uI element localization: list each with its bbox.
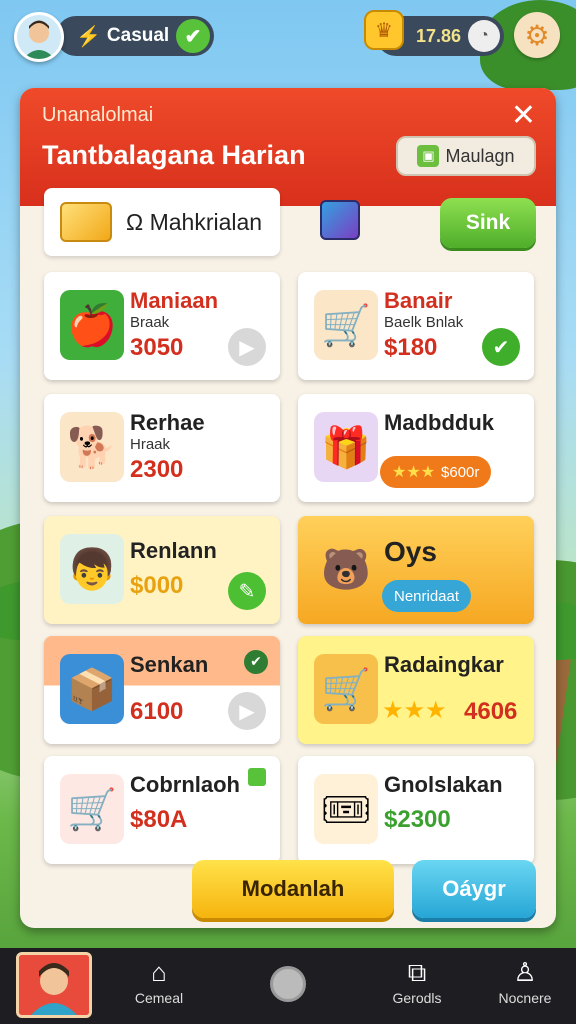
fruit-box-icon: 🍎 bbox=[60, 290, 124, 360]
add-coins-icon[interactable]: ◔ bbox=[468, 20, 500, 52]
card-name: Banair bbox=[384, 288, 453, 313]
shop-card[interactable]: 🛒 Radaingkar ★★★ 4606 bbox=[298, 636, 534, 744]
manage-label: Maulagn bbox=[445, 145, 515, 166]
shop-card[interactable]: 👦 Renlann $000 ✎ bbox=[44, 516, 280, 624]
shopping-cart-icon: 🛒 bbox=[314, 290, 378, 360]
card-price: 3050 bbox=[130, 334, 184, 361]
play-icon[interactable]: ▶ bbox=[228, 692, 266, 730]
star-rating: ★★★ bbox=[392, 464, 436, 481]
filter-label: Ω Mahkrialan bbox=[126, 208, 263, 235]
bear-icon: 🐻 bbox=[321, 546, 371, 593]
gift-cube-icon bbox=[320, 200, 360, 240]
card-price: $180 bbox=[384, 334, 438, 361]
mode-pill[interactable]: ⚡ Casual ✔ bbox=[56, 16, 214, 56]
shopping-cart-icon: 🛒 bbox=[60, 774, 124, 844]
card-price: $000 bbox=[130, 572, 184, 599]
card-price: $2300 bbox=[384, 806, 451, 833]
home-icon: ⌂ bbox=[151, 957, 167, 987]
panel-subtitle: Unanalolmai bbox=[42, 104, 154, 126]
shop-card[interactable]: 🐻 Oys Nenridaat bbox=[298, 516, 534, 624]
cart-board-icon: 🛒 bbox=[314, 654, 378, 724]
card-name: Cobrnlaoh bbox=[130, 772, 240, 797]
cast-icon: ⧉ bbox=[407, 957, 427, 987]
check-icon[interactable]: ✔ bbox=[482, 328, 520, 366]
card-name: Maniaan bbox=[130, 288, 219, 313]
mode-label: Casual bbox=[106, 25, 170, 46]
close-icon[interactable]: ✕ bbox=[511, 98, 536, 133]
manage-button[interactable]: ▣ Maulagn bbox=[396, 136, 536, 176]
card-subtitle: Braak bbox=[130, 314, 170, 331]
sink-button[interactable]: Sink bbox=[440, 198, 536, 248]
card-subtitle: Hraak bbox=[130, 436, 171, 453]
shop-card[interactable]: 🎁 Madbdduk ★★★ $600r bbox=[298, 394, 534, 502]
card-name: Senkan bbox=[130, 652, 209, 677]
edit-icon[interactable]: ✎ bbox=[228, 572, 266, 610]
dog-icon: 🐕 bbox=[60, 412, 124, 482]
card-name: Gnolslakan bbox=[384, 772, 503, 797]
shop-card[interactable]: 🎟 Gnolslakan $2300 bbox=[298, 756, 534, 864]
shop-card[interactable]: 🛒 Banair Baelk Bnlak $180 ✔ bbox=[298, 272, 534, 380]
rating-tag: ★★★ $600r bbox=[380, 456, 492, 488]
nav-label: Gerodls bbox=[392, 990, 442, 1006]
card-price: 2300 bbox=[130, 456, 184, 483]
gold-bars-icon bbox=[60, 202, 112, 242]
shop-card[interactable]: 🛒 Cobrnlaoh $80A bbox=[44, 756, 280, 864]
card-name: Oys bbox=[384, 536, 437, 567]
card-price: 4606 bbox=[464, 698, 518, 725]
play-icon[interactable]: ▶ bbox=[228, 328, 266, 366]
check-icon[interactable]: ✔ bbox=[176, 19, 210, 53]
nav-label: Nocnere bbox=[498, 990, 552, 1006]
bag-icon: ▣ bbox=[417, 145, 440, 167]
shop-card[interactable]: 📦 Senkan ✔ 6100 ▶ bbox=[44, 636, 280, 744]
tag-price: $600r bbox=[441, 463, 480, 481]
card-price: $80A bbox=[130, 806, 188, 833]
filter-bar[interactable]: Ω Mahkrialan bbox=[44, 188, 280, 256]
star-rating: ★★★ bbox=[382, 696, 447, 724]
gift-box-icon: 🎁 bbox=[314, 412, 378, 482]
card-subtitle: Baelk Bnlak bbox=[384, 314, 464, 331]
nav-label: Cemeal bbox=[134, 990, 184, 1006]
panel-title: Tantbalagana Harian bbox=[42, 140, 306, 170]
card-name: Madbdduk bbox=[384, 410, 494, 435]
nav-item-home[interactable]: ⌂ Cemeal bbox=[114, 954, 204, 1020]
shop-card[interactable]: 🍎 Maniaan Braak 3050 ▶ bbox=[44, 272, 280, 380]
character-portrait-icon: 👦 bbox=[60, 534, 124, 604]
nav-avatar[interactable] bbox=[16, 952, 92, 1018]
nav-item-profile[interactable]: ♙ Nocnere bbox=[480, 954, 570, 1020]
nav-item-cast[interactable]: ⧉ Gerodls bbox=[372, 954, 462, 1020]
crown-icon: ♛ bbox=[364, 10, 404, 50]
golden-ticket-icon: 🎟 bbox=[314, 774, 378, 844]
card-price: 6100 bbox=[130, 698, 184, 725]
check-icon: ✔ bbox=[244, 650, 268, 674]
card-name: Radaingkar bbox=[384, 652, 504, 677]
home-circle-button[interactable] bbox=[270, 966, 306, 1002]
main-action-button[interactable]: Modanlah bbox=[192, 860, 394, 918]
blue-gift-icon: 📦 bbox=[60, 654, 124, 724]
daily-shop-panel: Unanalolmai Tantbalagana Harian ✕ ▣ Maul… bbox=[20, 88, 556, 928]
coin-amount: 17.86 bbox=[416, 25, 462, 46]
top-bar: ⚡ Casual ✔ 17.86 ◔ ♛ ⚙ bbox=[0, 0, 576, 76]
profile-icon: ♙ bbox=[513, 957, 537, 987]
status-tag: Nenridaat bbox=[382, 580, 472, 612]
player-avatar[interactable] bbox=[14, 12, 64, 62]
shop-card[interactable]: 🐕 Rerhae Hraak 2300 bbox=[44, 394, 280, 502]
card-name: Rerhae bbox=[130, 410, 205, 435]
lightning-icon: ⚡ bbox=[76, 25, 101, 48]
secondary-action-button[interactable]: Oáygr bbox=[412, 860, 536, 918]
card-name: Renlann bbox=[130, 538, 217, 563]
square-badge-icon bbox=[248, 768, 266, 786]
bottom-navigation: ⌂ Cemeal ⧉ Gerodls ♙ Nocnere bbox=[0, 948, 576, 1024]
settings-gear-icon[interactable]: ⚙ bbox=[514, 12, 560, 58]
